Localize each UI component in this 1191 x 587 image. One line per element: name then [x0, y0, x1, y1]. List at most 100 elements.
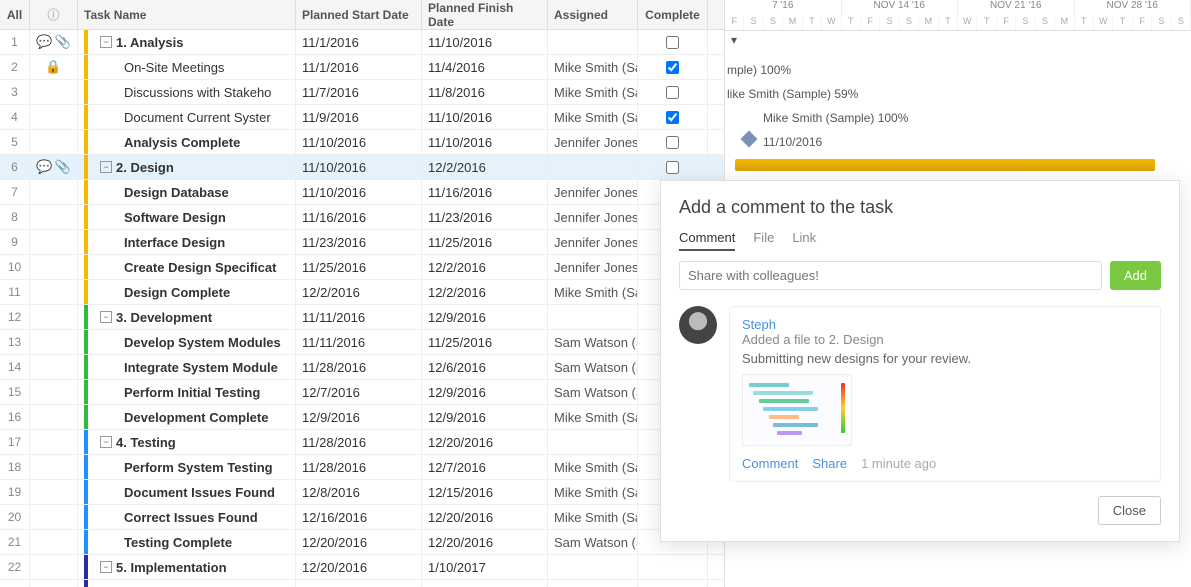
task-name-cell[interactable]: Design Complete: [78, 280, 296, 304]
start-date-cell[interactable]: 11/16/2016: [296, 205, 422, 229]
finish-date-cell[interactable]: 1/10/2017: [422, 555, 548, 579]
assigned-cell[interactable]: [548, 555, 638, 579]
assigned-cell[interactable]: Jennifer Jones: [548, 205, 638, 229]
finish-date-cell[interactable]: 12/20/2016: [422, 505, 548, 529]
add-button[interactable]: Add: [1110, 261, 1161, 290]
assigned-cell[interactable]: Mike Smith (Sa: [548, 480, 638, 504]
assigned-cell[interactable]: Sam Watson (S: [548, 380, 638, 404]
task-name-cell[interactable]: Software Design: [78, 205, 296, 229]
finish-date-cell[interactable]: 12/2/2016: [422, 155, 548, 179]
col-all[interactable]: All: [0, 0, 30, 29]
finish-date-cell[interactable]: 11/8/2016: [422, 80, 548, 104]
table-row[interactable]: 3Discussions with Stakeho11/7/201611/8/2…: [0, 80, 724, 105]
start-date-cell[interactable]: 11/1/2016: [296, 55, 422, 79]
assigned-cell[interactable]: Jennifer Jones: [548, 255, 638, 279]
table-row[interactable]: 23On-Site Installation12/20/201612/26/20…: [0, 580, 724, 587]
start-date-cell[interactable]: 12/2/2016: [296, 280, 422, 304]
finish-date-cell[interactable]: 12/15/2016: [422, 480, 548, 504]
col-task-name[interactable]: Task Name: [78, 0, 296, 29]
start-date-cell[interactable]: 12/7/2016: [296, 380, 422, 404]
start-date-cell[interactable]: 11/1/2016: [296, 30, 422, 54]
start-date-cell[interactable]: 11/28/2016: [296, 455, 422, 479]
assigned-cell[interactable]: Jennifer Jones: [548, 180, 638, 204]
task-name-cell[interactable]: Document Current Syster: [78, 105, 296, 129]
assigned-cell[interactable]: Sam Watson (S: [548, 355, 638, 379]
attachment-thumbnail[interactable]: [742, 374, 852, 446]
task-name-cell[interactable]: Document Issues Found: [78, 480, 296, 504]
task-name-cell[interactable]: Design Database: [78, 180, 296, 204]
col-planned-start[interactable]: Planned Start Date: [296, 0, 422, 29]
finish-date-cell[interactable]: 11/10/2016: [422, 130, 548, 154]
table-row[interactable]: 14Integrate System Module11/28/201612/6/…: [0, 355, 724, 380]
task-name-cell[interactable]: −5. Implementation: [78, 555, 296, 579]
start-date-cell[interactable]: 11/9/2016: [296, 105, 422, 129]
table-row[interactable]: 4Document Current Syster11/9/201611/10/2…: [0, 105, 724, 130]
finish-date-cell[interactable]: 12/20/2016: [422, 530, 548, 554]
task-name-cell[interactable]: Discussions with Stakeho: [78, 80, 296, 104]
assigned-cell[interactable]: Mike Smith (Sa: [548, 505, 638, 529]
table-row[interactable]: 13Develop System Modules11/11/201611/25/…: [0, 330, 724, 355]
task-name-cell[interactable]: Correct Issues Found: [78, 505, 296, 529]
start-date-cell[interactable]: 11/10/2016: [296, 130, 422, 154]
complete-checkbox[interactable]: [666, 61, 679, 74]
start-date-cell[interactable]: 12/20/2016: [296, 580, 422, 587]
start-date-cell[interactable]: 11/7/2016: [296, 80, 422, 104]
finish-date-cell[interactable]: 12/7/2016: [422, 455, 548, 479]
assigned-cell[interactable]: Jennifer Jones: [548, 130, 638, 154]
close-button[interactable]: Close: [1098, 496, 1161, 525]
task-name-cell[interactable]: Analysis Complete: [78, 130, 296, 154]
table-row[interactable]: 8Software Design11/16/201611/23/2016Jenn…: [0, 205, 724, 230]
task-name-cell[interactable]: −1. Analysis: [78, 30, 296, 54]
collapse-toggle[interactable]: −: [100, 311, 112, 323]
tab-comment[interactable]: Comment: [679, 230, 735, 251]
assigned-cell[interactable]: Jennifer Jones: [548, 230, 638, 254]
complete-checkbox[interactable]: [666, 136, 679, 149]
task-name-cell[interactable]: Create Design Specificat: [78, 255, 296, 279]
finish-date-cell[interactable]: 11/10/2016: [422, 30, 548, 54]
finish-date-cell[interactable]: 12/9/2016: [422, 405, 548, 429]
complete-checkbox[interactable]: [666, 86, 679, 99]
assigned-cell[interactable]: Mike Smith (Sa: [548, 280, 638, 304]
comment-input[interactable]: [679, 261, 1102, 290]
task-name-cell[interactable]: On-Site Meetings: [78, 55, 296, 79]
col-complete[interactable]: Complete: [638, 0, 708, 29]
start-date-cell[interactable]: 12/20/2016: [296, 555, 422, 579]
finish-date-cell[interactable]: 11/25/2016: [422, 330, 548, 354]
table-row[interactable]: 18Perform System Testing11/28/201612/7/2…: [0, 455, 724, 480]
assigned-cell[interactable]: Mike Smith (Sa: [548, 55, 638, 79]
task-name-cell[interactable]: Testing Complete: [78, 530, 296, 554]
finish-date-cell[interactable]: 11/16/2016: [422, 180, 548, 204]
start-date-cell[interactable]: 12/16/2016: [296, 505, 422, 529]
table-row[interactable]: 19Document Issues Found12/8/201612/15/20…: [0, 480, 724, 505]
share-action[interactable]: Share: [812, 456, 847, 471]
assigned-cell[interactable]: Mike Smith (Sa: [548, 105, 638, 129]
table-row[interactable]: 10Create Design Specificat11/25/201612/2…: [0, 255, 724, 280]
finish-date-cell[interactable]: 11/25/2016: [422, 230, 548, 254]
table-row[interactable]: 22−5. Implementation12/20/20161/10/2017: [0, 555, 724, 580]
col-planned-finish[interactable]: Planned Finish Date: [422, 0, 548, 29]
start-date-cell[interactable]: 11/25/2016: [296, 255, 422, 279]
tab-file[interactable]: File: [753, 230, 774, 251]
table-row[interactable]: 21Testing Complete12/20/201612/20/2016Sa…: [0, 530, 724, 555]
assigned-cell[interactable]: [548, 155, 638, 179]
assigned-cell[interactable]: [548, 430, 638, 454]
task-name-cell[interactable]: Integrate System Module: [78, 355, 296, 379]
start-date-cell[interactable]: 11/28/2016: [296, 355, 422, 379]
milestone-diamond[interactable]: [741, 131, 758, 148]
table-row[interactable]: 11Design Complete12/2/201612/2/2016Mike …: [0, 280, 724, 305]
table-row[interactable]: 2🔒On-Site Meetings11/1/201611/4/2016Mike…: [0, 55, 724, 80]
finish-date-cell[interactable]: 12/6/2016: [422, 355, 548, 379]
start-date-cell[interactable]: 11/10/2016: [296, 180, 422, 204]
assigned-cell[interactable]: Mike Smith (Sa: [548, 405, 638, 429]
assigned-cell[interactable]: Mike Smith (Sa: [548, 455, 638, 479]
task-name-cell[interactable]: Development Complete: [78, 405, 296, 429]
gantt-bar-design[interactable]: [735, 159, 1155, 171]
table-row[interactable]: 6💬📎−2. Design11/10/201612/2/2016: [0, 155, 724, 180]
task-name-cell[interactable]: Perform System Testing: [78, 455, 296, 479]
task-name-cell[interactable]: −3. Development: [78, 305, 296, 329]
assigned-cell[interactable]: Sam Watson (S: [548, 530, 638, 554]
finish-date-cell[interactable]: 11/10/2016: [422, 105, 548, 129]
assigned-cell[interactable]: [548, 305, 638, 329]
assigned-cell[interactable]: Jennifer Jones: [548, 580, 638, 587]
finish-date-cell[interactable]: 12/2/2016: [422, 255, 548, 279]
